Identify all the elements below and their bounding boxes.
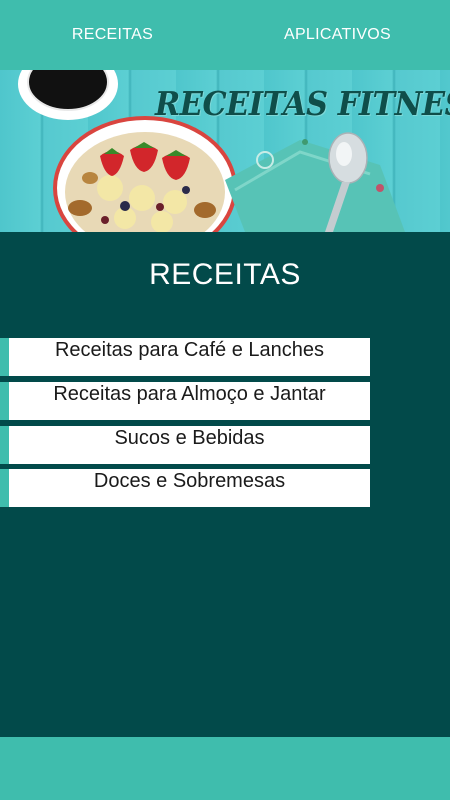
tab-recipes[interactable]: RECEITAS — [0, 0, 225, 70]
menu-item-label: Doces e Sobremesas — [93, 470, 286, 492]
bottom-bar — [0, 737, 450, 800]
tab-apps[interactable]: APLICATIVOS — [225, 0, 450, 70]
menu-item-almoco-jantar[interactable]: Receitas para Almoço e Jantar — [0, 382, 370, 420]
banner-title: RECEITAS FITNESS — [155, 84, 450, 123]
menu-item-label: Receitas para Almoço e Jantar — [53, 383, 326, 405]
fruit-bowl-icon — [53, 116, 237, 232]
top-tab-bar: RECEITAS APLICATIVOS — [0, 0, 450, 70]
napkin-icon — [225, 139, 405, 232]
menu-item-sucos-bebidas[interactable]: Sucos e Bebidas — [0, 426, 370, 464]
coffee-cup-icon — [18, 70, 118, 120]
menu-item-label: Sucos e Bebidas — [114, 427, 265, 449]
section-title: RECEITAS — [149, 258, 301, 291]
banner-image: RECEITAS FITNESS — [0, 70, 450, 232]
menu-item-label: Receitas para Café e Lanches — [54, 339, 325, 361]
menu-item-cafe-lanches[interactable]: Receitas para Café e Lanches — [0, 338, 370, 376]
menu-item-doces-sobremesas[interactable]: Doces e Sobremesas — [0, 469, 370, 507]
